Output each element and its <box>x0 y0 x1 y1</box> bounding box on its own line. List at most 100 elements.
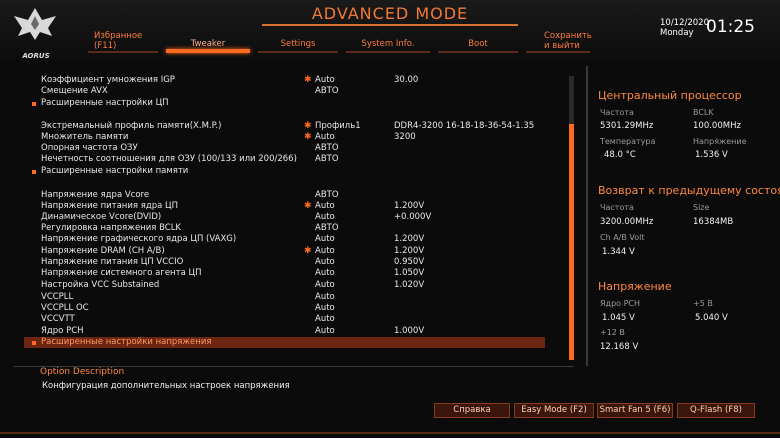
setting-row[interactable]: VCCPLL OC Auto <box>24 303 554 314</box>
submenu-label: Расширенные настройки напряжения <box>41 337 212 347</box>
cpu-bclk-label: BCLK <box>693 108 714 117</box>
setting-value: Auto <box>315 234 335 244</box>
setting-row[interactable]: Опорная частота ОЗУ АВТО <box>24 143 554 154</box>
setting-current-value: 3200 <box>394 132 416 142</box>
tab-underline <box>258 51 338 53</box>
clock-time: 01:25 <box>706 17 755 37</box>
setting-row[interactable]: Смещение AVX АВТО <box>24 86 554 97</box>
setting-row[interactable]: Напряжение графического ядра ЦП (VAXG) A… <box>24 234 554 245</box>
bottom-accent-line <box>0 432 780 434</box>
tab-save-exit[interactable]: Сохранить и выйти <box>526 31 592 53</box>
cpu-volt-label: Напряжение <box>693 137 747 146</box>
setting-row[interactable]: Напряжение DRAM (CH A/B) ✱ Auto 1.200V <box>24 246 554 257</box>
setting-label: Смещение AVX <box>41 86 108 96</box>
setting-row[interactable]: Напряжение ядра Vcore АВТО <box>24 190 554 201</box>
tab-label-line2: и выйти <box>544 41 580 51</box>
date-display: 10/12/2020 Monday <box>660 18 709 38</box>
panel-divider <box>586 66 588 366</box>
v12-label: +12 В <box>600 328 625 337</box>
pch-volt-label: Ядро PCH <box>600 299 641 308</box>
tab-tweaker[interactable]: Tweaker <box>166 31 250 53</box>
setting-row[interactable]: Напряжение питания ЦП VCCIO Auto 0.950V <box>24 257 554 268</box>
submenu-row-selected[interactable]: Расширенные настройки напряжения <box>24 337 545 348</box>
setting-row[interactable]: Нечетность соотношения для ОЗУ (100/133 … <box>24 154 554 165</box>
qflash-button[interactable]: Q-Flash (F8) <box>677 403 755 418</box>
tab-label-line2: (F11) <box>94 41 117 51</box>
memory-heading: Возврат к предыдущему состоя <box>598 184 780 197</box>
changed-star-icon: ✱ <box>304 75 312 85</box>
title-underline <box>262 24 518 26</box>
setting-current-value: 0.950V <box>394 257 425 267</box>
setting-label: Нечетность соотношения для ОЗУ (100/133 … <box>41 154 297 164</box>
option-description: Option Description Конфигурация дополнит… <box>24 367 554 397</box>
setting-value: Профиль1 <box>315 121 361 131</box>
tab-underline <box>88 51 158 53</box>
setting-label: Коэффициент умножения IGP <box>41 75 175 85</box>
setting-value: Auto <box>315 246 335 256</box>
tab-underline <box>166 49 250 53</box>
tab-underline <box>526 51 590 53</box>
setting-row[interactable]: VCCPLL Auto <box>24 292 554 303</box>
cpu-temp-label: Температура <box>600 137 656 146</box>
setting-value: АВТО <box>315 190 339 200</box>
mem-size-value: 16384MB <box>693 217 734 227</box>
cpu-heading: Центральный процессор <box>598 89 742 102</box>
setting-row[interactable]: Экстремальный профиль памяти(X.M.P.) ✱ П… <box>24 121 554 132</box>
setting-row[interactable]: Настройка VCC Substained Auto 1.020V <box>24 280 554 291</box>
setting-value: Auto <box>315 314 335 324</box>
cpu-bclk-value: 100.00MHz <box>693 121 741 131</box>
setting-row[interactable]: Регулировка напряжения BCLK АВТО <box>24 223 554 234</box>
settings-list: Коэффициент умножения IGP ✱ Auto 30.00 С… <box>24 66 554 360</box>
cpu-freq-value: 5301.29MHz <box>600 121 654 131</box>
scrollbar-thumb[interactable] <box>569 124 574 360</box>
changed-star-icon: ✱ <box>304 201 312 211</box>
setting-value: АВТО <box>315 143 339 153</box>
tab-favorites[interactable]: Избранное (F11) <box>88 31 158 53</box>
submenu-label: Расширенные настройки ЦП <box>41 98 169 108</box>
setting-label: Настройка VCC Substained <box>41 280 160 290</box>
changed-star-icon: ✱ <box>304 121 312 131</box>
setting-label: Ядро PCH <box>41 326 84 336</box>
option-text: Конфигурация дополнительных настроек нап… <box>42 381 290 391</box>
v5-label: +5 В <box>693 299 713 308</box>
setting-label: VCCPLL <box>41 292 74 302</box>
mem-size-label: Size <box>693 203 710 212</box>
submenu-label: Расширенные настройки памяти <box>41 166 189 176</box>
setting-value: АВТО <box>315 86 339 96</box>
setting-current-value: 1.200V <box>394 201 425 211</box>
tab-underline <box>346 51 430 53</box>
mem-volt-value: 1.344 V <box>602 247 635 257</box>
setting-current-value: 1.200V <box>394 234 425 244</box>
setting-label: Опорная частота ОЗУ <box>41 143 138 153</box>
setting-current-value: +0.000V <box>394 212 432 222</box>
setting-value: Auto <box>315 75 335 85</box>
submenu-row[interactable]: Расширенные настройки памяти <box>24 166 554 177</box>
tab-underline <box>438 51 518 53</box>
setting-current-value: 1.000V <box>394 326 425 336</box>
setting-row[interactable]: Напряжение питания ядра ЦП ✱ Auto 1.200V <box>24 201 554 212</box>
tab-settings[interactable]: Settings <box>258 31 338 53</box>
tab-system-info[interactable]: System Info. <box>346 31 430 53</box>
tab-boot[interactable]: Boot <box>438 31 518 53</box>
easy-mode-button[interactable]: Easy Mode (F2) <box>514 403 594 418</box>
setting-row[interactable]: Множитель памяти ✱ Auto 3200 <box>24 132 554 143</box>
setting-value: АВТО <box>315 223 339 233</box>
submenu-row[interactable]: Расширенные настройки ЦП <box>24 98 554 109</box>
setting-label: Напряжение ядра Vcore <box>41 190 150 200</box>
setting-current-value: 30.00 <box>394 75 419 85</box>
setting-row[interactable]: Ядро PCH Auto 1.000V <box>24 326 554 337</box>
setting-value: Auto <box>315 201 335 211</box>
help-button[interactable]: Справка <box>434 403 510 418</box>
scrollbar[interactable] <box>569 76 574 360</box>
setting-label: Динамическое Vcore(DVID) <box>41 212 162 222</box>
setting-label: Напряжение системного агента ЦП <box>41 268 202 278</box>
setting-row[interactable]: Напряжение системного агента ЦП Auto 1.0… <box>24 268 554 279</box>
smart-fan-button[interactable]: Smart Fan 5 (F6) <box>597 403 673 418</box>
setting-row[interactable]: Коэффициент умножения IGP ✱ Auto 30.00 <box>24 75 554 86</box>
setting-value: Auto <box>315 303 335 313</box>
setting-row[interactable]: VCCVTT Auto <box>24 314 554 325</box>
changed-star-icon: ✱ <box>304 132 312 142</box>
setting-row[interactable]: Динамическое Vcore(DVID) Auto +0.000V <box>24 212 554 223</box>
setting-label: Экстремальный профиль памяти(X.M.P.) <box>41 121 222 131</box>
voltage-heading: Напряжение <box>598 280 672 293</box>
